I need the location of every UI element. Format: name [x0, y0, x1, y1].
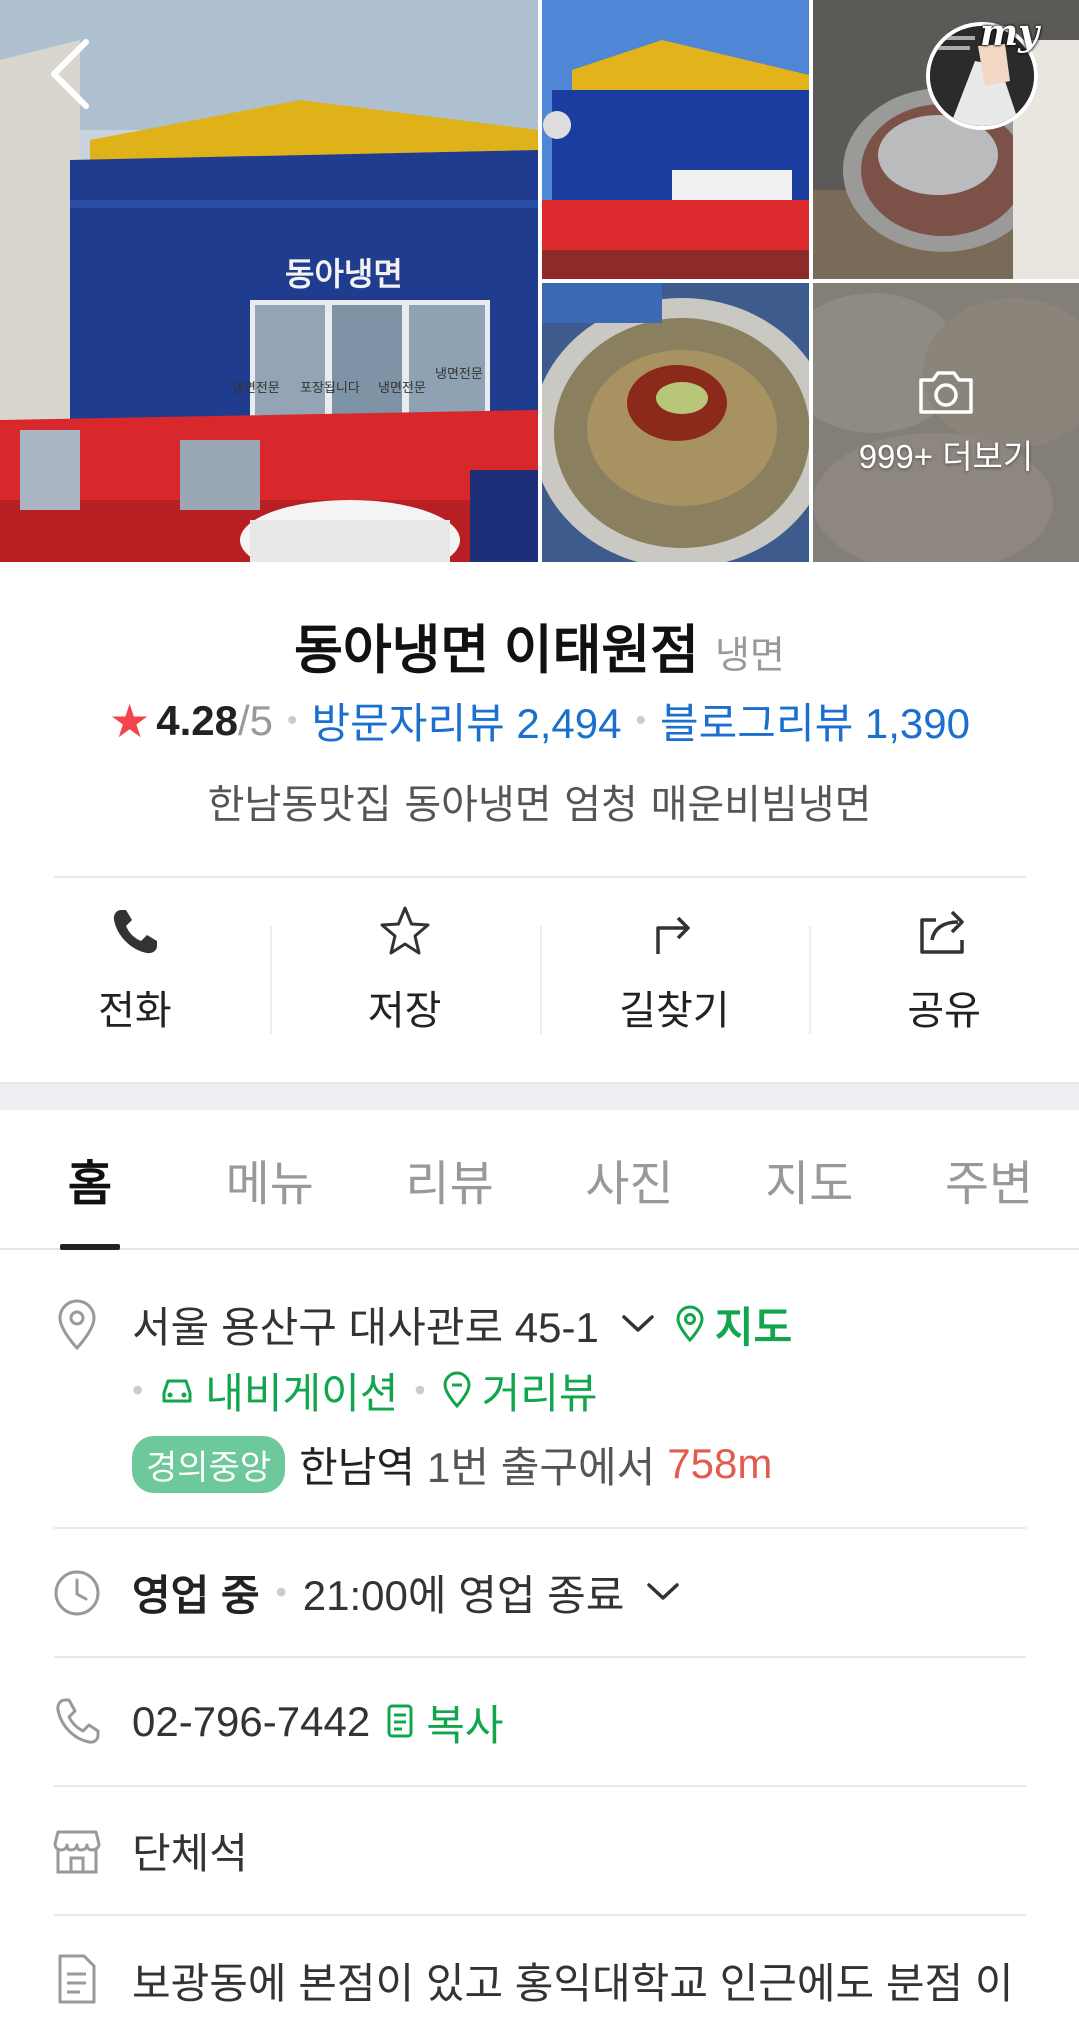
rating-score: 4.28 [156, 696, 238, 744]
blog-reviews-link[interactable]: 블로그리뷰 1,390 [660, 690, 970, 751]
clock-icon [54, 1570, 100, 1616]
divider [54, 876, 1026, 878]
map-pin-icon [676, 1305, 704, 1343]
sign-window-2: 포장됩니다 [300, 381, 360, 396]
copy-label: 복사 [426, 1701, 504, 1749]
directions-icon [656, 916, 691, 954]
navigation-row: • 내비게이션 • 거리뷰 [132, 1362, 598, 1418]
save-label: 저장 [367, 988, 442, 1034]
dot-separator: • [275, 1573, 287, 1610]
sign-main: 동아냉면 [285, 255, 403, 293]
call-button[interactable]: 전화 [0, 890, 270, 1050]
street-view-pin-icon [443, 1371, 471, 1409]
back-button[interactable] [44, 36, 100, 112]
tab-nearby[interactable]: 주변 [899, 1110, 1079, 1248]
tab-home[interactable]: 홈 [0, 1110, 180, 1250]
exit-text: 1번 출구에서 [427, 1443, 656, 1491]
dot-separator: • [132, 1371, 144, 1408]
share-label: 공유 [907, 988, 981, 1034]
location-pin-icon [58, 1299, 96, 1351]
star-icon [380, 906, 430, 955]
chevron-down-icon[interactable] [621, 1314, 655, 1334]
amenity-text: 단체석 [132, 1829, 248, 1877]
tab-menu[interactable]: 메뉴 [180, 1110, 360, 1248]
place-description: 한남동맛집 동아냉면 엄청 매운비빔냉면 [207, 782, 872, 828]
tab-bar: 홈 메뉴 리뷰 사진 지도 주변 [0, 1110, 1079, 1250]
document-icon [58, 1954, 96, 2004]
dot-separator: • [635, 703, 647, 737]
photo-more-button[interactable]: 999+ 더보기 [813, 283, 1079, 562]
subway-line-badge: 경의중앙 [132, 1435, 286, 1493]
distance: 758m [667, 1440, 773, 1487]
street-view-label: 거리뷰 [481, 1369, 598, 1417]
hours-row[interactable]: 영업 중 • 21:00에 영업 종료 [132, 1564, 700, 1620]
closing-time: 21:00에 영업 종료 [302, 1571, 625, 1619]
divider [54, 1527, 1026, 1529]
call-label: 전화 [98, 988, 172, 1034]
about-text: 보광동에 본점이 있고 홍익대학교 인근에도 분점 이 [132, 1959, 1014, 2007]
divider [54, 1656, 1026, 1658]
directions-button[interactable]: 길찾기 [539, 890, 810, 1050]
camera-icon [919, 370, 973, 414]
about-row[interactable]: 보광동에 본점이 있고 홍익대학교 인근에도 분점 이 [132, 1952, 1013, 2008]
building-photo[interactable] [542, 0, 809, 279]
amenity-row: 단체석 [132, 1822, 248, 1878]
divider [54, 1914, 1026, 1916]
phone-row: 02-796-7442 복사 [132, 1694, 503, 1750]
visitor-reviews-link[interactable]: 방문자리뷰 2,494 [312, 690, 622, 751]
station-name: 한남역 [299, 1443, 416, 1491]
photo-more-label: 999+ 더보기 [858, 437, 1034, 475]
rating-max: /5 [237, 696, 274, 744]
my-label: my [980, 12, 1040, 54]
share-icon [920, 910, 964, 954]
subway-row: 경의중앙 한남역 1번 출구에서 758m [132, 1434, 772, 1494]
rating-star-icon: ★ [108, 694, 151, 747]
photo-gallery: 동아냉면 냉면전문 포장됩니다 냉면전문 냉면전문 999+ 더보기 my [0, 0, 1079, 562]
copy-button[interactable]: 복사 [386, 1692, 503, 1753]
sign-window-1: 냉면전문 [232, 381, 280, 396]
save-button[interactable]: 저장 [269, 890, 540, 1050]
divider [54, 1785, 1026, 1787]
tab-map[interactable]: 지도 [719, 1110, 899, 1248]
navigation-label: 내비게이션 [205, 1369, 399, 1417]
sign-window-3: 냉면전문 [378, 381, 426, 396]
copy-icon [387, 1704, 413, 1738]
address-row: 서울 용산구 대사관로 45-1 지도 [132, 1296, 792, 1352]
store-icon [53, 1830, 101, 1874]
rating-row: ★ 4.28 /5 • 방문자리뷰 2,494 • 블로그리뷰 1,390 [0, 690, 1079, 751]
directions-label: 길찾기 [619, 988, 730, 1034]
dot-separator: • [414, 1371, 426, 1408]
address-text: 서울 용산구 대사관로 45-1 [132, 1303, 599, 1351]
map-link-label: 지도 [714, 1303, 793, 1351]
place-name: 동아냉면 이태원점 [294, 621, 699, 680]
open-status: 영업 중 [132, 1571, 260, 1619]
share-button[interactable]: 공유 [809, 890, 1079, 1050]
action-bar: 전화 저장 길찾기 공유 [0, 890, 1079, 1050]
place-title-row: 동아냉면 이태원점 냉면 [0, 608, 1079, 684]
car-icon [162, 1379, 192, 1403]
navigation-link[interactable]: 내비게이션 [159, 1360, 398, 1421]
phone-number[interactable]: 02-796-7442 [132, 1698, 370, 1746]
phone-outline-icon [56, 1698, 100, 1744]
section-gap [0, 1082, 1079, 1110]
phone-icon [113, 910, 157, 954]
map-link[interactable]: 지도 [675, 1294, 792, 1355]
street-view-link[interactable]: 거리뷰 [442, 1360, 598, 1421]
tab-review[interactable]: 리뷰 [360, 1110, 540, 1248]
chevron-down-icon[interactable] [646, 1582, 680, 1602]
dot-separator: • [287, 703, 298, 737]
sign-window-4: 냉면전문 [435, 367, 483, 382]
tab-photo[interactable]: 사진 [539, 1110, 719, 1248]
place-category: 냉면 [714, 633, 785, 677]
chevron-left-icon [51, 39, 89, 109]
naengmyeon-photo[interactable] [542, 283, 809, 562]
